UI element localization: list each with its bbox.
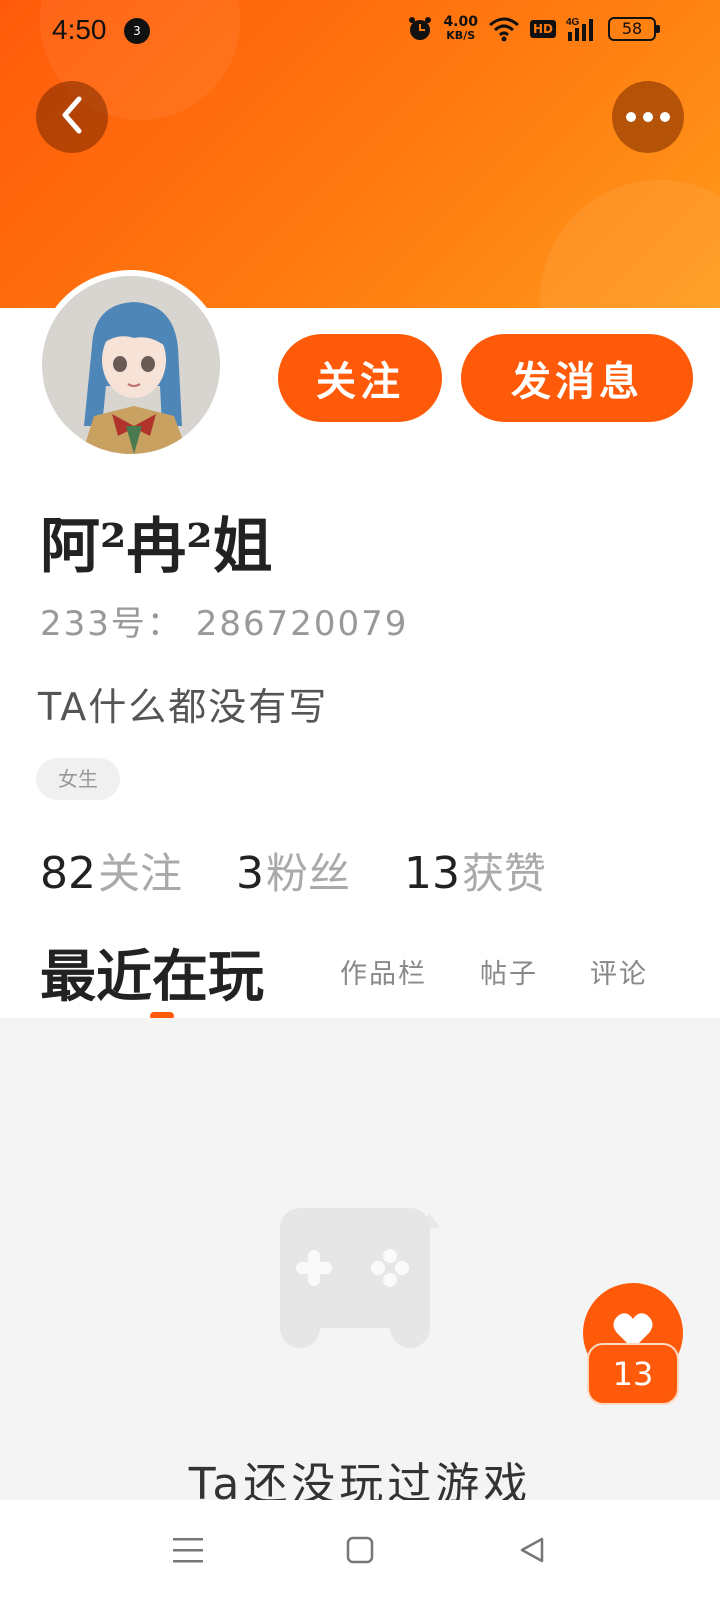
svg-text:4G: 4G [566,17,580,28]
home-square-icon[interactable] [340,1530,380,1570]
net-speed-value: 4.00 [443,14,478,30]
tab-comments[interactable]: 评论 [590,952,648,991]
avatar-frame[interactable] [36,270,226,460]
status-time: 4:50 [52,14,107,45]
net-speed-unit: KB/S [446,29,476,42]
avatar [42,276,220,454]
stat-likes[interactable]: 13 获赞 [404,840,546,901]
profile-tabs: 最近在玩 作品栏 帖子 评论 [40,932,720,1020]
back-triangle-icon[interactable] [512,1530,552,1570]
more-button[interactable] [612,81,684,153]
menu-icon[interactable] [168,1530,208,1570]
battery-icon: 58 [608,17,660,41]
notification-badge: 3 [124,18,150,44]
user-bio: TA什么都没有写 [38,685,329,729]
stat-followers[interactable]: 3 粉丝 [236,840,350,901]
hd-badge: HD [529,20,556,38]
back-button[interactable] [36,81,108,153]
stat-following[interactable]: 82 关注 [40,840,182,901]
like-count: 13 [587,1343,679,1405]
like-button[interactable]: 13 [583,1283,683,1413]
username: 阿²冉²姐 [40,512,273,582]
gamepad-icon [240,1138,460,1358]
more-horizontal-icon [625,108,671,127]
gender-tag: 女生 [36,758,120,800]
status-icons: 4.00 KB/S HD 4G 58 [407,14,660,42]
user-id: 233号： 286720079 [40,604,409,644]
empty-state-text: Ta还没玩过游戏 [188,1459,532,1500]
tab-content-area: Ta还没玩过游戏 [0,1018,720,1500]
tab-recently-played[interactable]: 最近在玩 [40,932,264,1013]
follow-button[interactable]: 关注 [278,334,442,422]
tab-works[interactable]: 作品栏 [340,952,427,991]
system-nav-bar [0,1500,720,1600]
status-bar: 4:50 3 4.00 KB/S HD 4G 58 [0,0,720,64]
signal-icon: 4G [566,16,598,42]
stat-value: 3 [236,848,265,899]
stat-label: 关注 [98,849,183,898]
net-speed: 4.00 KB/S [443,14,478,42]
stat-value: 82 [40,848,96,899]
header-decoration [540,180,720,308]
stat-label: 粉丝 [266,849,351,898]
profile-stats: 82 关注 3 粉丝 13 获赞 [40,840,600,901]
alarm-icon [407,16,433,42]
send-message-button[interactable]: 发消息 [461,334,693,422]
tab-posts[interactable]: 帖子 [480,952,538,991]
wifi-icon [488,16,520,42]
chevron-left-icon [57,95,87,139]
stat-label: 获赞 [462,849,547,898]
stat-value: 13 [404,848,461,899]
